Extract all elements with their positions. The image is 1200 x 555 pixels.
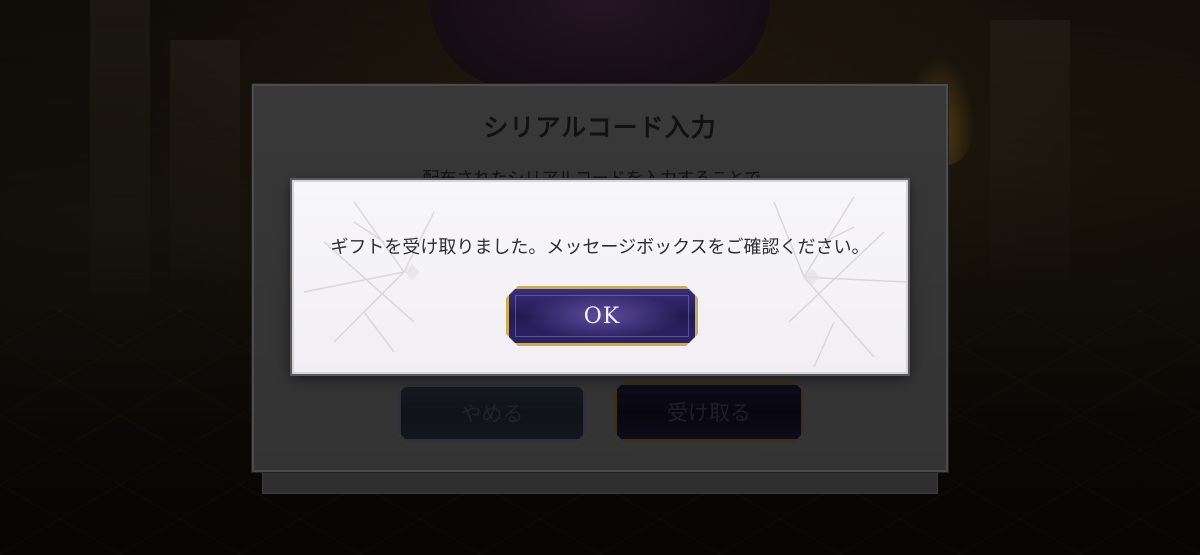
dialog-message: ギフトを受け取りました。メッセージボックスをご確認ください。	[330, 237, 870, 258]
ok-button[interactable]: OK	[506, 286, 698, 346]
gift-received-dialog: ギフトを受け取りました。メッセージボックスをご確認ください。 OK	[292, 180, 908, 374]
game-screen: シリアルコード入力 配布されたシリアルコードを入力することで、 やめる 受け取る	[0, 0, 1200, 555]
ok-button-label: OK	[583, 303, 621, 329]
